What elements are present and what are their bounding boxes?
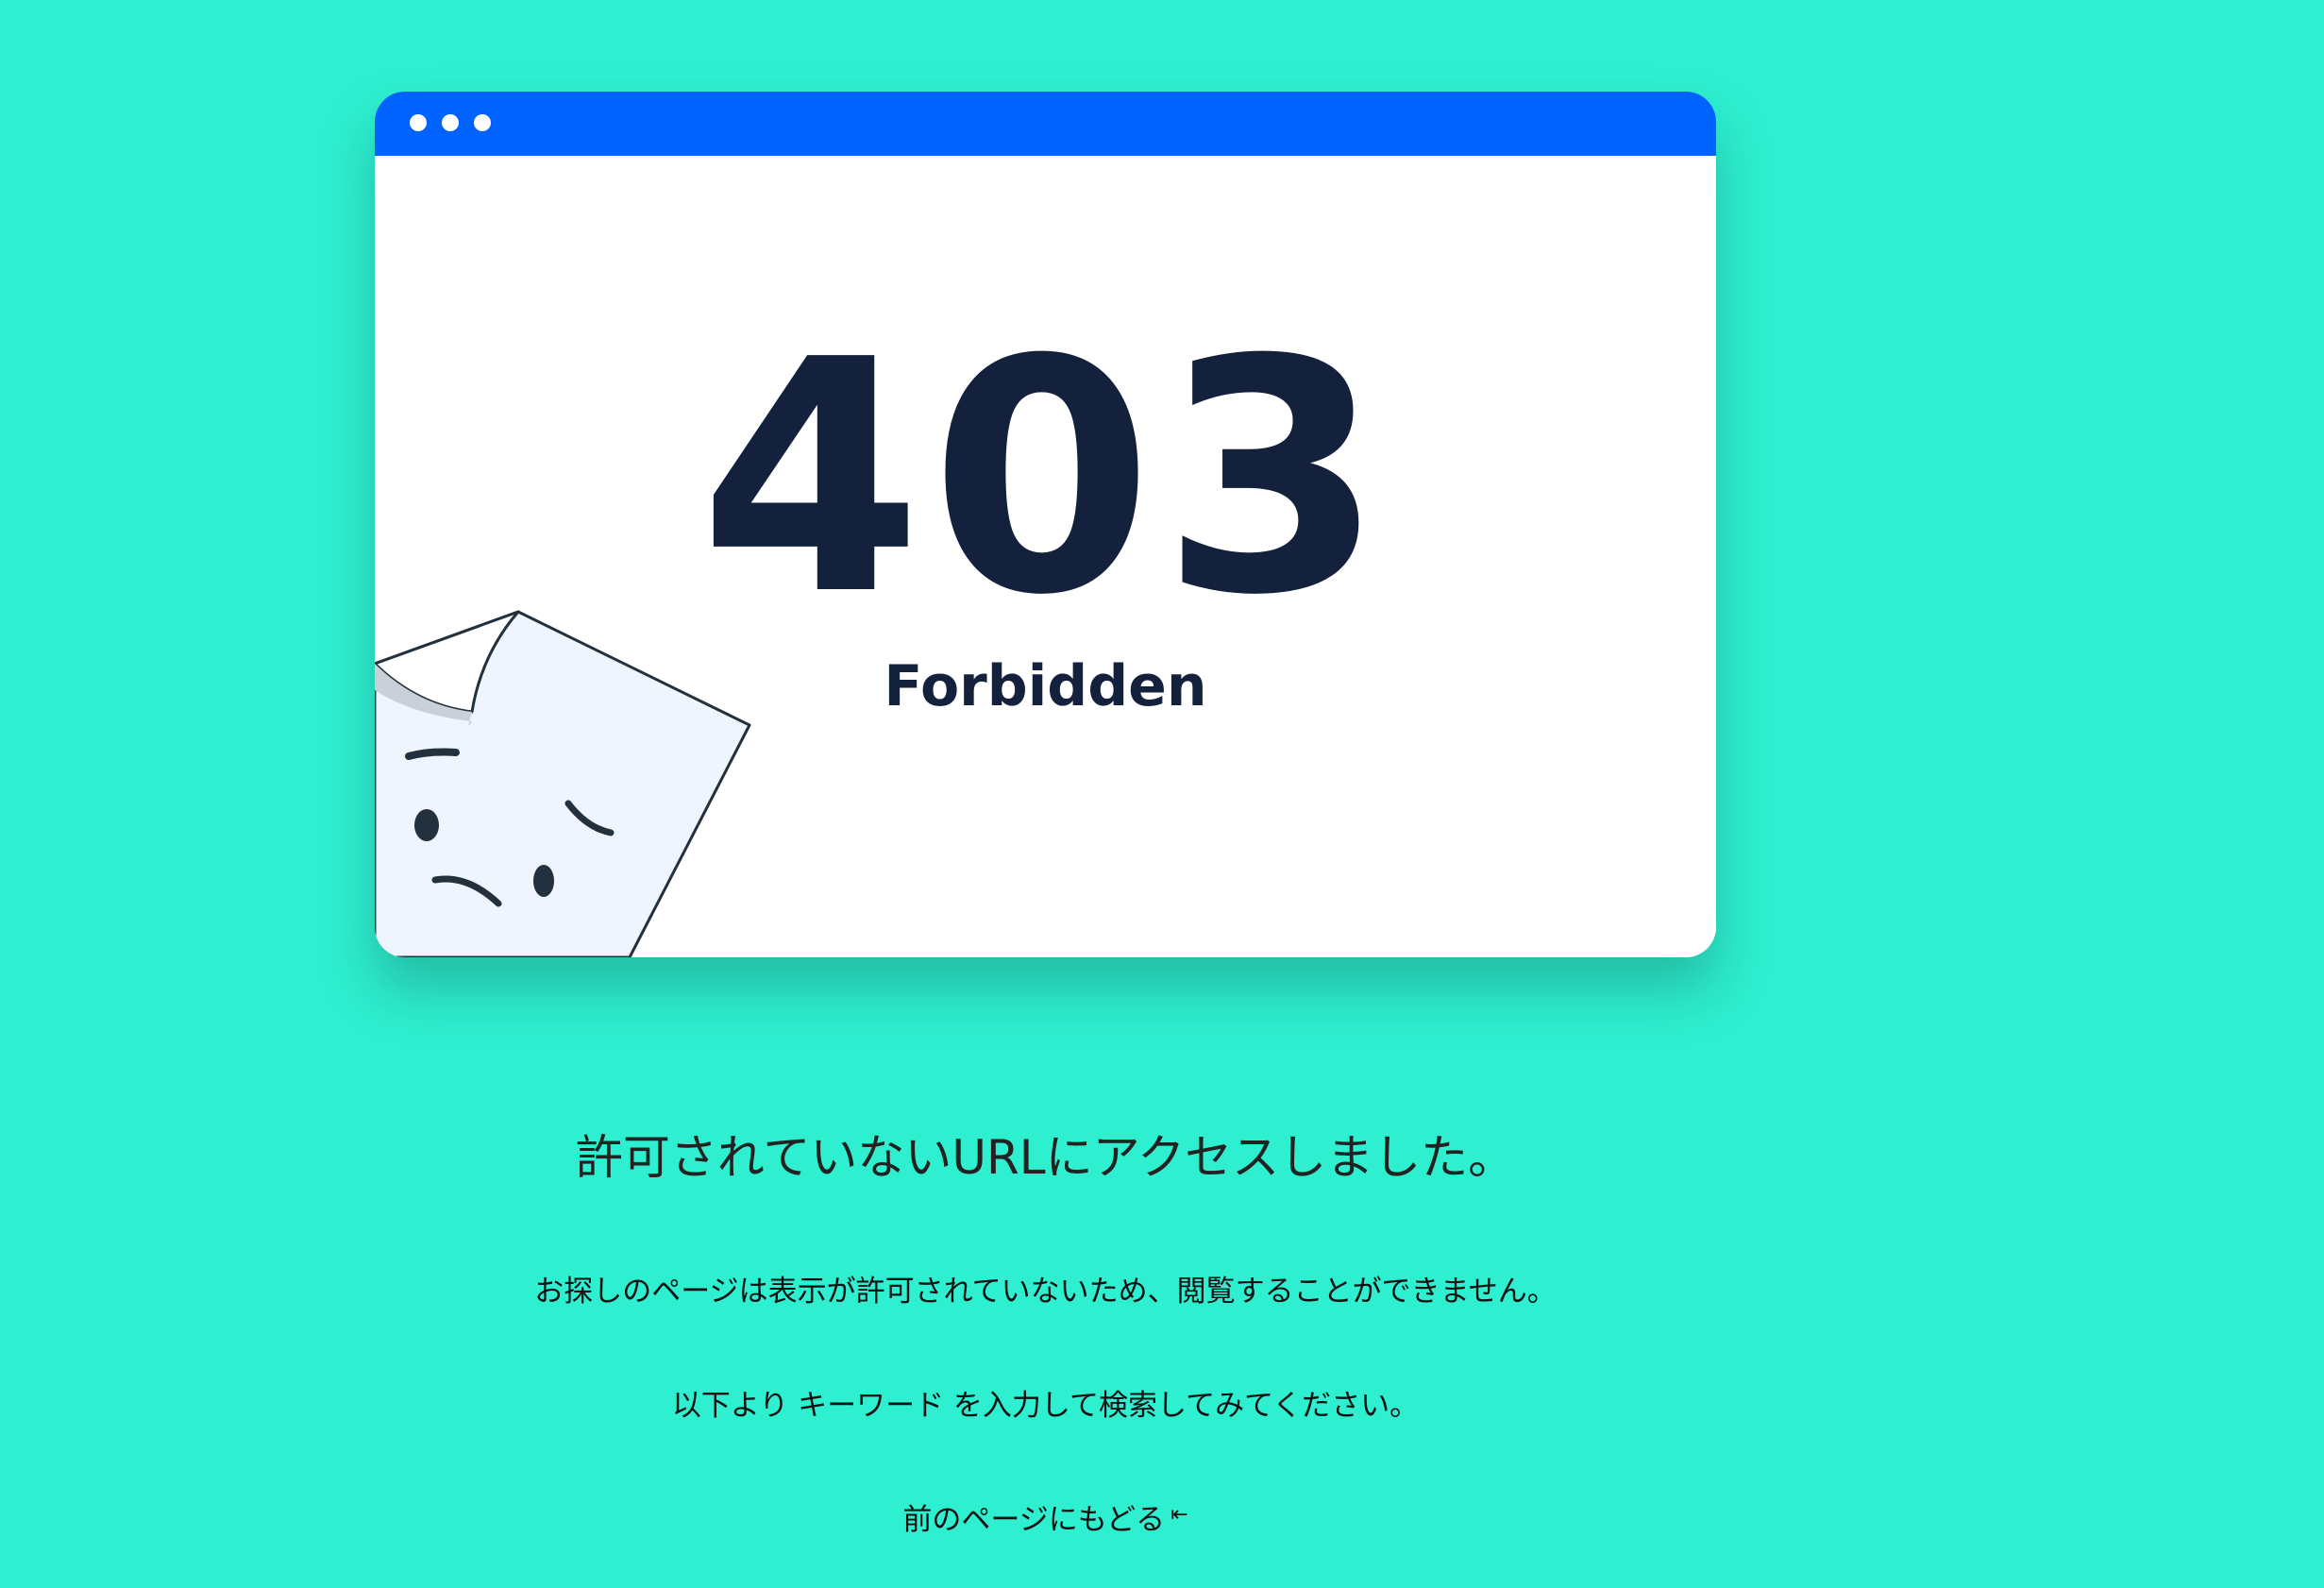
return-icon: ⇤ (1170, 1503, 1188, 1527)
main-message: 許可されていないURLにアクセスしました。 (575, 1130, 1516, 1185)
window-titlebar (375, 92, 1716, 156)
back-link[interactable]: 前のページにもどる ⇤ (0, 1503, 2091, 1538)
detail-message: お探しのページは表示が許可されていないため、閲覧することができません。 (534, 1275, 1557, 1309)
window-dot-icon (410, 114, 427, 131)
search-hint-message: 以下より キーワード を入力して検索してみてください。 (671, 1389, 1420, 1423)
window-dot-icon (474, 114, 491, 131)
back-link-label: 前のページにもどる (902, 1503, 1166, 1537)
error-card: 403 Forbidden (375, 92, 1716, 957)
window-dot-icon (442, 114, 459, 131)
error-code: 403 (699, 292, 1392, 666)
error-title: Forbidden (884, 653, 1207, 719)
